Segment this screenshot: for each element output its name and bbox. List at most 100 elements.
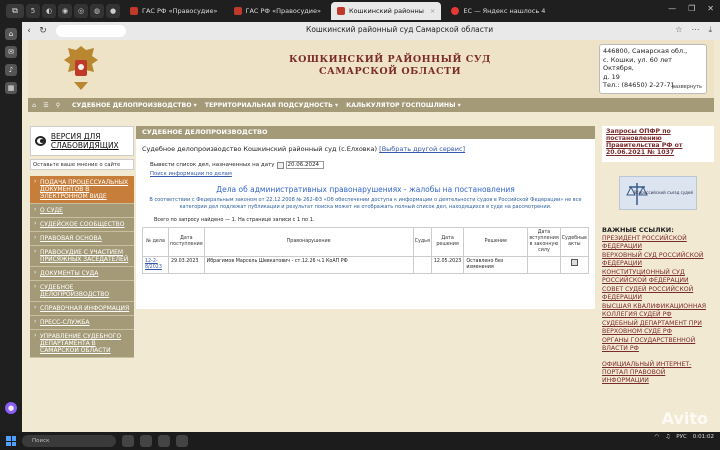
useful-links-title: ВАЖНЫЕ ССЫЛКИ: [602, 226, 674, 234]
apps-icon[interactable]: ▦ [5, 82, 17, 94]
alisa-assistant-icon[interactable]: ● [5, 402, 17, 414]
opfr-requests-link[interactable]: Запросы ОПФР по постановлению Правительс… [606, 128, 710, 156]
browser-app-icon[interactable] [158, 435, 170, 447]
address-bar: ‹ ↻ Кошкинский районный суд Самарской об… [22, 22, 720, 40]
calendar-icon[interactable] [276, 161, 284, 169]
cell-decision: Оставлено без изменения [463, 256, 529, 274]
document-icon[interactable] [570, 259, 578, 266]
music-icon[interactable]: ♪ [5, 64, 17, 76]
tab-pinned-2[interactable]: ◉ [58, 4, 72, 18]
case-number-link[interactable]: 12-2-8/2023 [142, 256, 169, 274]
date-input[interactable]: 20.06.2024 [285, 161, 324, 169]
nav-jury[interactable]: ПРАВОСУДИЕ С УЧАСТИЕМ ПРИСЯЖНЫХ ЗАСЕДАТЕ… [30, 246, 134, 267]
feedback-link[interactable]: Оставьте ваше мнение о сайте [30, 159, 134, 170]
nav-electronic-filing[interactable]: ПОДАЧА ПРОЦЕССУАЛЬНЫХ ДОКУМЕНТОВ В ЭЛЕКТ… [30, 176, 134, 204]
low-vision-version-button[interactable]: ВЕРСИЯ ДЛЯ СЛАБОВИДЯЩИХ [30, 126, 134, 156]
language-indicator[interactable]: РУС [676, 434, 687, 440]
russia-emblem-icon [64, 46, 98, 90]
court-name-line1: КОШКИНСКИЙ РАЙОННЫЙ СУД [288, 54, 492, 65]
page-title: Кошкинский районный суд Самарской област… [306, 25, 494, 34]
useful-link-judicial-department[interactable]: СУДЕБНЫЙ ДЕПАРТАМЕНТ ПРИ ВЕРХОВНОМ СУДЕ … [602, 320, 714, 336]
address-card: 446800, Самарская обл., с. Кошки, ул. 60… [599, 44, 707, 94]
nav-press[interactable]: ПРЕСС-СЛУЖБА [30, 316, 134, 330]
menu-fee-calculator[interactable]: КАЛЬКУЛЯТОР ГОСПОШЛИНЫ ▾ [346, 102, 461, 109]
useful-link-qualification-board[interactable]: ВЫСШАЯ КВАЛИФИКАЦИОННАЯ КОЛЛЕГИЯ СУДЕЙ Р… [602, 303, 714, 319]
yandex-favicon-icon [451, 7, 460, 15]
legal-portal-link[interactable]: ОФИЦИАЛЬНЫЙ ИНТЕРНЕТ-ПОРТАЛ ПРАВОВОЙ ИНФ… [602, 361, 714, 385]
tab-court-active[interactable]: Кошкинский районны × [331, 2, 442, 20]
taskbar-search-input[interactable]: Поиск [22, 435, 116, 447]
service-line: Судебное делопроизводство Кошкинский рай… [142, 145, 589, 153]
table-header-row: № дела Дата поступления Правонарушение С… [142, 227, 590, 257]
back-icon[interactable]: ‹ [22, 26, 36, 36]
useful-link-state-authorities[interactable]: ОРГАНЫ ГОСУДАРСТВЕННОЙ ВЛАСТИ РФ [602, 337, 714, 353]
menu-jurisdiction[interactable]: ТЕРРИТОРИАЛЬНАЯ ПОДСУДНОСТЬ ▾ [205, 102, 338, 109]
cell-received: 29.03.2023 [168, 256, 205, 274]
task-view-icon[interactable] [122, 435, 134, 447]
results-count: Всего по запросу найдено — 1. На страниц… [154, 217, 315, 223]
nav-legal-basis[interactable]: ПРАВОВАЯ ОСНОВА [30, 232, 134, 246]
download-icon[interactable]: ⤓ [708, 25, 712, 35]
useful-link-supreme-court[interactable]: ВЕРХОВНЫЙ СУД РОССИЙСКОЙ ФЕДЕРАЦИИ [602, 252, 714, 268]
court-name-line2: САМАРСКОЙ ОБЛАСТИ [318, 66, 462, 77]
cell-offense: Ибрагимов Марсель Шевкатович - ст.12.26 … [203, 256, 414, 274]
nav-about-court[interactable]: О СУДЕ [30, 204, 134, 218]
change-service-link[interactable]: [Выбрать другой сервис] [379, 145, 465, 153]
tab-pinned-1[interactable]: ◐ [42, 4, 56, 18]
tab-pinned-4[interactable]: ◍ [90, 4, 104, 18]
nav-reference[interactable]: СПРАВОЧНАЯ ИНФОРМАЦИЯ [30, 302, 134, 316]
cell-decision-date: 12.05.2023 [430, 256, 465, 274]
col-judge: Судья [412, 227, 432, 257]
close-tab-icon[interactable]: × [430, 7, 435, 15]
date-filter: Вывести список дел, назначенных на дату … [150, 161, 589, 169]
tab-pinned-3[interactable]: ◎ [74, 4, 88, 18]
tab-label: ГАС РФ «Правосудие» [245, 7, 322, 15]
judges-congress-banner[interactable]: Всероссийский съезд судей [619, 176, 697, 210]
minimize-icon[interactable]: — [668, 4, 676, 13]
small-tab-counter[interactable]: 5 [26, 4, 40, 18]
useful-link-judges-council[interactable]: СОВЕТ СУДЕЙ РОССИЙСКОЙ ФЕДЕРАЦИИ [602, 286, 714, 302]
explorer-icon[interactable] [140, 435, 152, 447]
clock[interactable]: 0:01:02 [693, 434, 714, 440]
case-panel: Судебное делопроизводство Кошкинский рай… [136, 139, 595, 309]
expand-address-button[interactable]: развернуть [672, 83, 702, 92]
date-filter-label: Вывести список дел, назначенных на дату [150, 162, 275, 168]
case-search-link[interactable]: Поиск информации по делам [150, 171, 589, 177]
tab-yandex[interactable]: ЕС — Яндекс нашлось 4 [445, 2, 551, 20]
nav-judges[interactable]: СУДЕЙСКОЕ СООБЩЕСТВО [30, 218, 134, 232]
windows-start-icon[interactable] [6, 436, 16, 446]
messenger-icon[interactable]: ✉ [5, 46, 17, 58]
settings-app-icon[interactable] [176, 435, 188, 447]
useful-link-president[interactable]: ПРЕЗИДЕНТ РОССИЙСКОЙ ФЕДЕРАЦИИ [602, 235, 714, 251]
url-input[interactable] [56, 25, 126, 37]
home-icon[interactable]: ⌂ [5, 28, 17, 40]
tab-manager-icon[interactable]: ⧉ [6, 4, 24, 18]
search-icon[interactable]: ⚲ [52, 102, 64, 109]
nav-department[interactable]: УПРАВЛЕНИЕ СУДЕБНОГО ДЕПАРТАМЕНТА В САМА… [30, 330, 134, 358]
menu-case-management[interactable]: СУДЕБНОЕ ДЕЛОПРОИЗВОДСТВО ▾ [72, 102, 197, 109]
eye-icon [35, 136, 46, 146]
service-name: Судебное делопроизводство Кошкинский рай… [142, 145, 378, 153]
nav-court-documents[interactable]: ДОКУМЕНТЫ СУДА [30, 267, 134, 281]
main-menu: ⌂ ☰ ⚲ СУДЕБНОЕ ДЕЛОПРОИЗВОДСТВО ▾ ТЕРРИТ… [28, 98, 714, 112]
reload-icon[interactable]: ↻ [36, 26, 50, 36]
tab-pinned-5[interactable]: ● [106, 4, 120, 18]
home-menu-icon[interactable]: ⌂ [28, 102, 40, 109]
notice-box: Запросы ОПФР по постановлению Правительс… [602, 126, 714, 162]
close-window-icon[interactable]: ✕ [707, 4, 714, 13]
tab-gas-2[interactable]: ГАС РФ «Правосудие» [228, 2, 328, 20]
bookmark-icon[interactable]: ☆ [675, 25, 682, 35]
cell-effective-date [527, 256, 561, 274]
useful-link-constitutional-court[interactable]: КОНСТИТУЦИОННЫЙ СУД РОССИЙСКОЙ ФЕДЕРАЦИИ [602, 269, 714, 285]
browser-side-panel: ⌂ ✉ ♪ ▦ ● [0, 22, 22, 432]
wifi-icon[interactable]: ◠ [655, 434, 660, 440]
maximize-icon[interactable]: ❐ [688, 4, 695, 13]
volume-icon[interactable]: ♫ [665, 434, 670, 440]
sitemap-icon[interactable]: ☰ [40, 102, 52, 109]
gas-favicon-icon [233, 7, 242, 15]
nav-case-management[interactable]: СУДЕБНОЕ ДЕЛОПРОИЗВОДСТВО [30, 281, 134, 302]
col-acts: Судебные акты [559, 227, 590, 257]
tab-label: Кошкинский районны [349, 7, 424, 15]
tab-gas-1[interactable]: ГАС РФ «Правосудие» [124, 2, 224, 20]
extensions-icon[interactable]: ⋯ [691, 25, 699, 35]
